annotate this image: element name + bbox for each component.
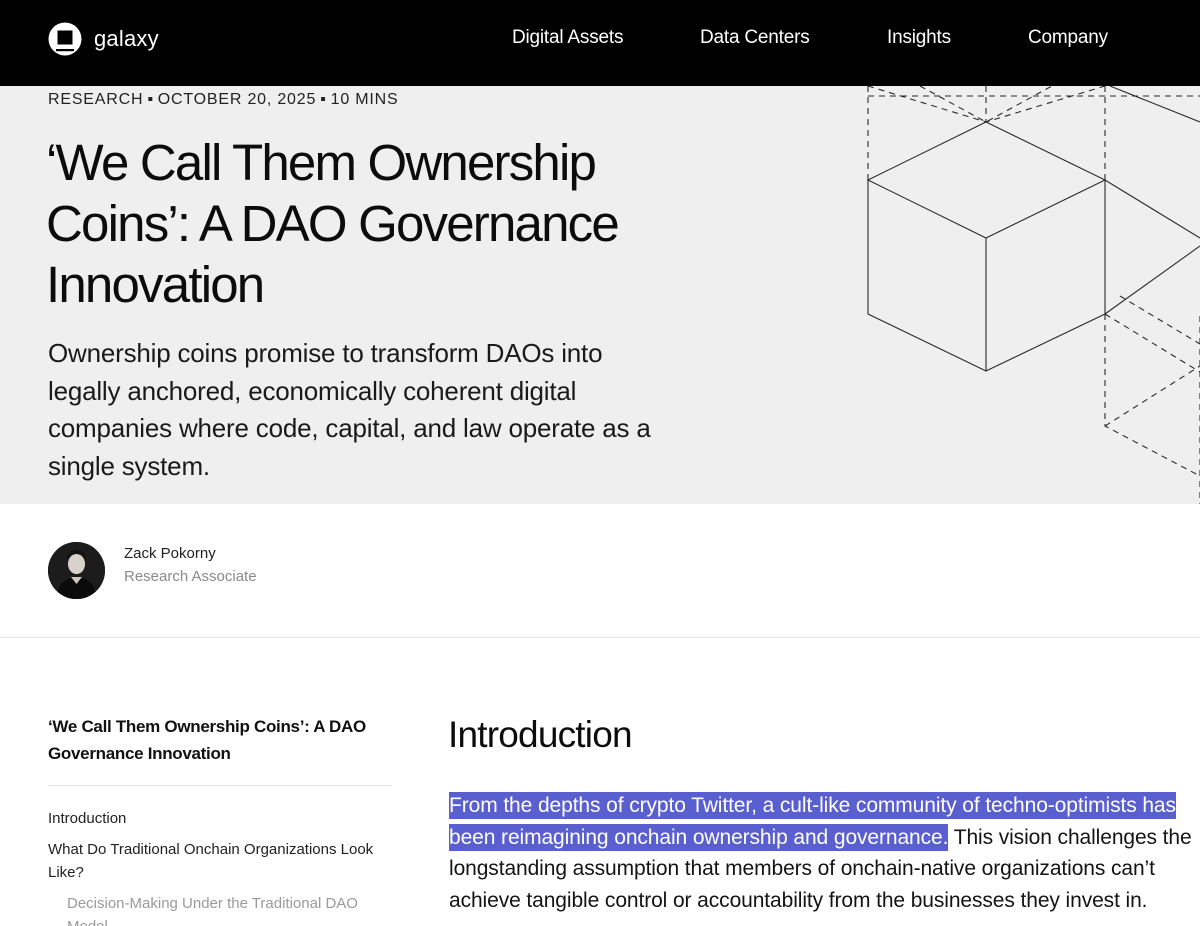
- author-block: Zack Pokorny Research Associate: [0, 504, 1200, 638]
- section-heading-introduction: Introduction: [448, 714, 633, 755]
- toc-divider: [48, 785, 392, 786]
- top-nav: galaxy Digital Assets Data Centers Insig…: [0, 0, 1200, 86]
- article-category[interactable]: RESEARCH: [48, 91, 143, 108]
- author-avatar[interactable]: [48, 542, 105, 599]
- isometric-cube-illustration: [866, 86, 1200, 504]
- nav-link-company[interactable]: Company: [1028, 27, 1108, 49]
- brand-name: galaxy: [94, 26, 159, 51]
- article-title: ‘We Call Them Ownership Coins’: A DAO Go…: [46, 134, 620, 313]
- separator-dot: ▪: [147, 91, 154, 108]
- nav-link-insights[interactable]: Insights: [887, 27, 951, 49]
- toc-subitem-decision-making[interactable]: Decision-Making Under the Traditional DA…: [67, 892, 367, 926]
- toc-item-introduction[interactable]: Introduction: [48, 807, 388, 830]
- article-read-time: 10 MINS: [330, 91, 399, 108]
- intro-paragraph: From the depths of crypto Twitter, a cul…: [449, 790, 1194, 916]
- author-name[interactable]: Zack Pokorny: [124, 545, 216, 562]
- article-meta: RESEARCH ▪ OCTOBER 20, 2025 ▪ 10 MINS: [48, 91, 398, 109]
- toc-item-traditional-organizations[interactable]: What Do Traditional Onchain Organization…: [48, 838, 388, 884]
- nav-link-digital-assets[interactable]: Digital Assets: [512, 27, 623, 49]
- article-hero: RESEARCH ▪ OCTOBER 20, 2025 ▪ 10 MINS ‘We Ca…: [0, 86, 1200, 504]
- article-subtitle: Ownership coins promise to transform DAO…: [48, 338, 651, 481]
- article-date: OCTOBER 20, 2025: [157, 91, 317, 108]
- author-role: Research Associate: [124, 568, 257, 585]
- brand-logo[interactable]: galaxy: [48, 22, 159, 56]
- separator-dot: ▪: [320, 91, 327, 108]
- nav-link-data-centers[interactable]: Data Centers: [700, 27, 810, 49]
- galaxy-logo-icon: [48, 22, 82, 56]
- toc-title[interactable]: ‘We Call Them Ownership Coins’: A DAO Go…: [48, 713, 388, 767]
